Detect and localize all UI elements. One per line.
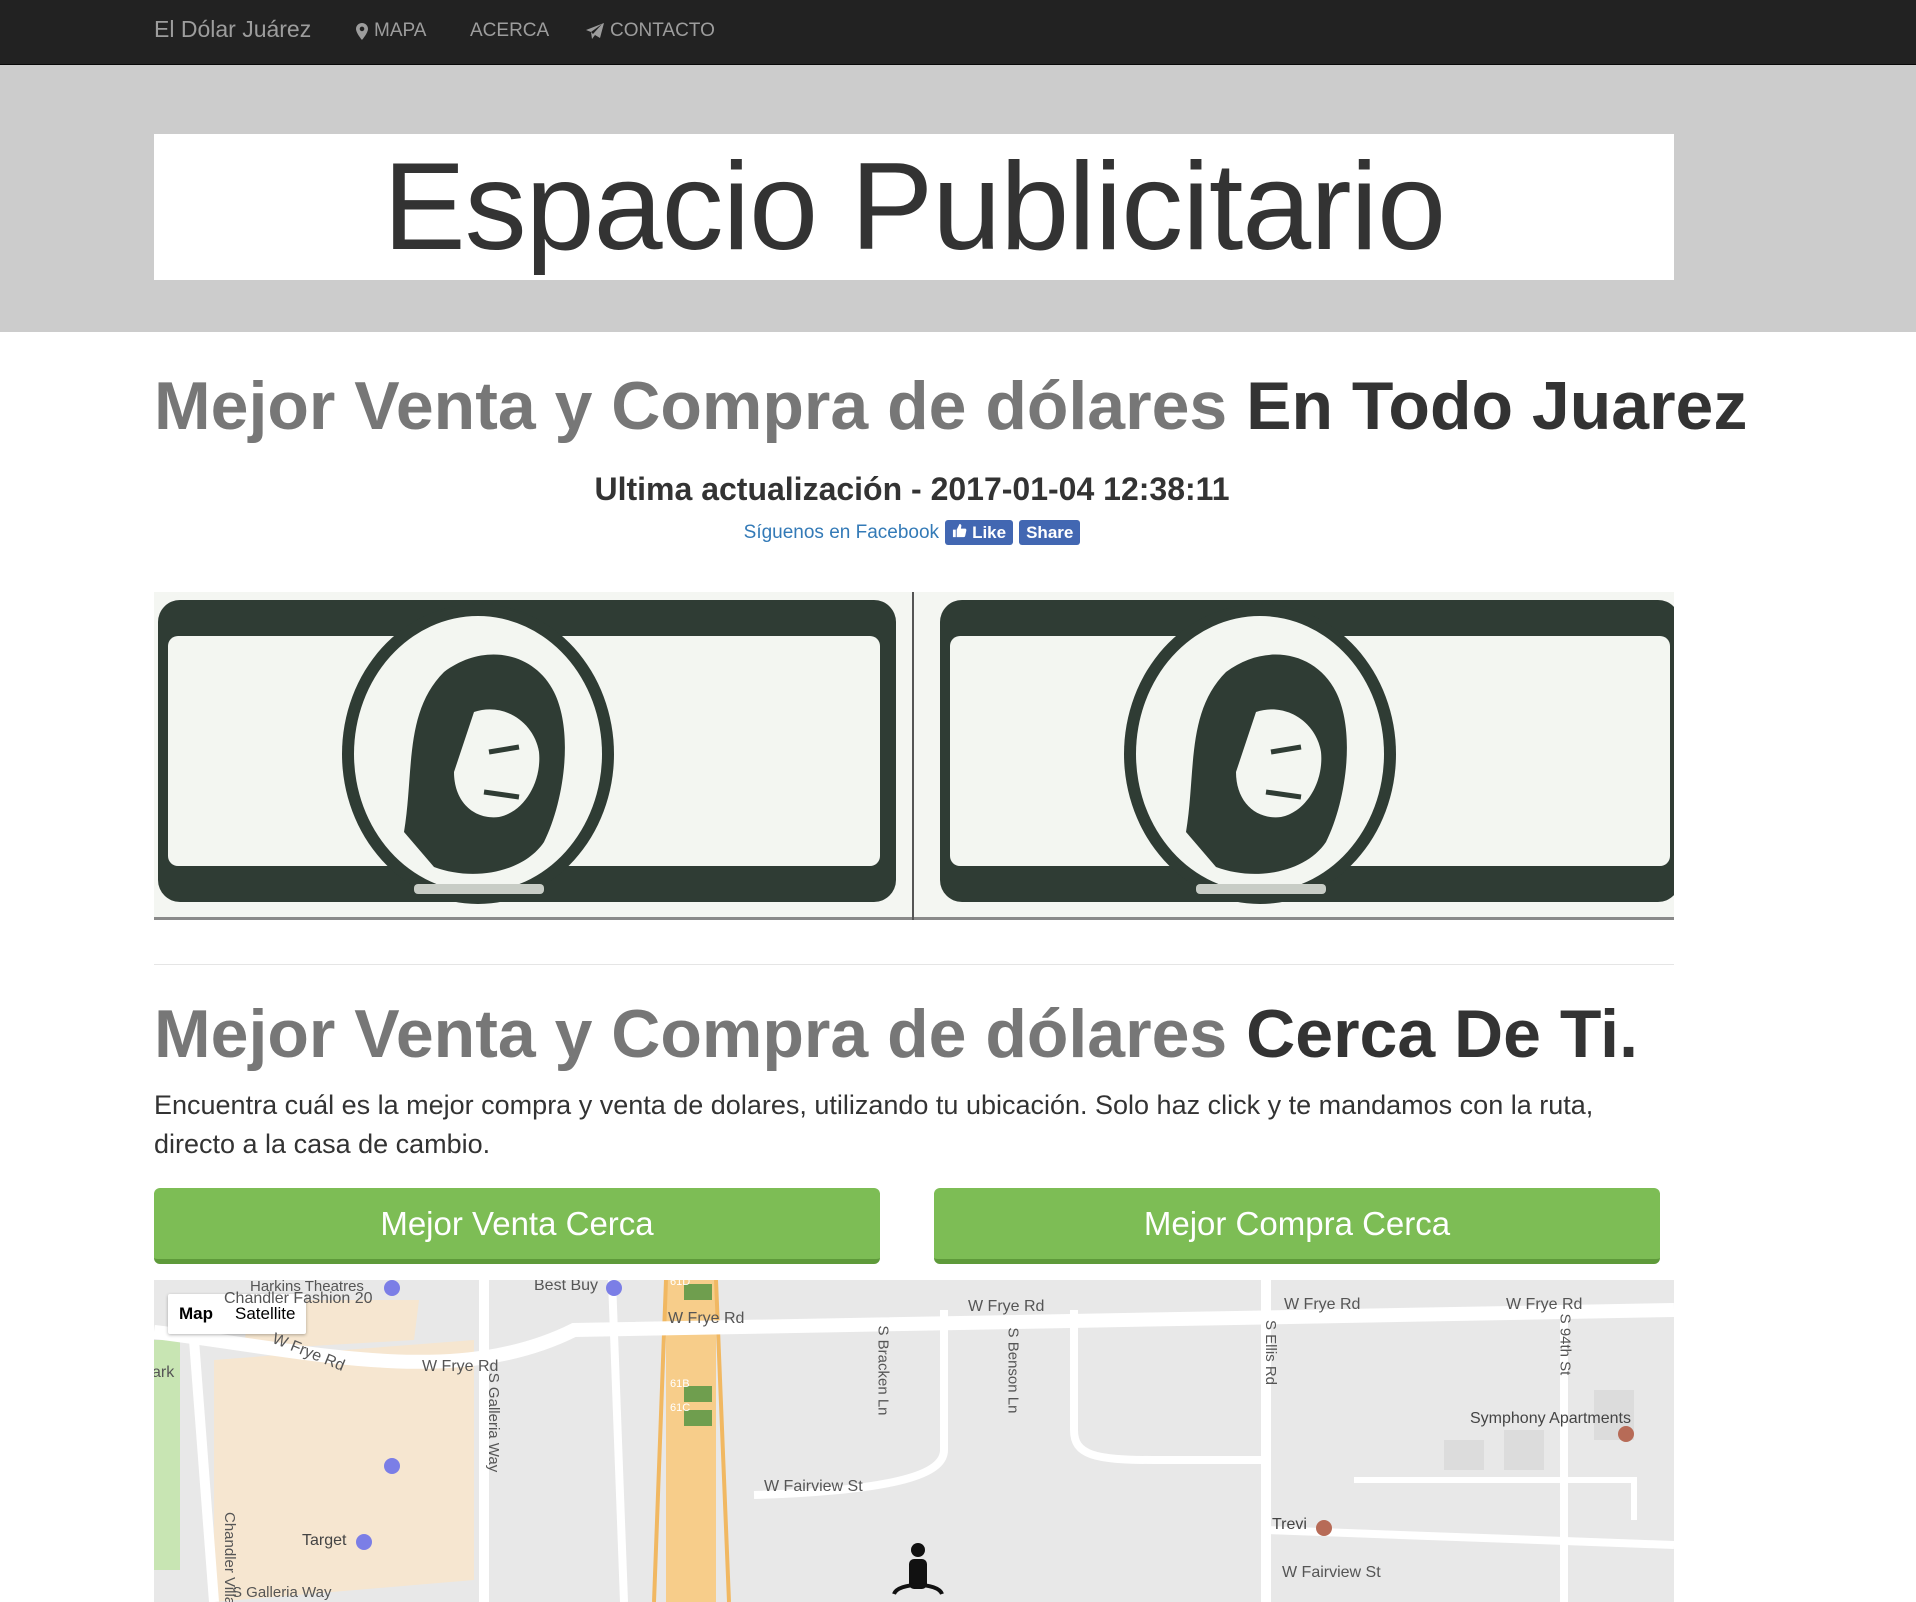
- dollar-bill-image: [158, 600, 896, 904]
- bill-banner: [154, 592, 1674, 920]
- facebook-link[interactable]: Síguenos en Facebook: [744, 522, 939, 544]
- map[interactable]: Map Satellite Harkins Theatres Chandler …: [154, 1280, 1674, 1602]
- title-strong: En Todo Juarez: [1246, 368, 1748, 444]
- facebook-share-button[interactable]: Share: [1019, 520, 1081, 545]
- page-title: Mejor Venta y Compra de dólares En Todo …: [154, 372, 1747, 440]
- map-label: S Galleria Way: [485, 1372, 503, 1473]
- map-label: Target: [302, 1532, 347, 1549]
- facebook-row: Síguenos en Facebook Like Share: [0, 520, 1824, 545]
- map-label: W Frye Rd: [1284, 1296, 1361, 1313]
- map-label: W Frye Rd: [668, 1310, 745, 1327]
- map-label: S Ellis Rd: [1262, 1319, 1280, 1386]
- title-muted: Mejor Venta y Compra de dólares: [154, 368, 1228, 444]
- near-heading: Mejor Venta y Compra de dólares Cerca De…: [154, 1000, 1638, 1068]
- map-marker-icon: [356, 22, 368, 40]
- map-label: ark: [154, 1364, 175, 1381]
- nav-item-label: ACERCA: [470, 20, 550, 41]
- map-label: W Frye Rd: [968, 1298, 1045, 1315]
- near-heading-strong: Cerca De Ti.: [1246, 996, 1638, 1072]
- ad-banner[interactable]: Espacio Publicitario: [154, 134, 1674, 280]
- map-label: S Galleria Way: [232, 1584, 332, 1601]
- near-description: Encuentra cuál es la mejor compra y vent…: [154, 1090, 1594, 1159]
- map-label: Symphony Apartments: [1470, 1410, 1631, 1427]
- map-label: W Fairview St: [1282, 1564, 1381, 1581]
- map-label: 61C: [670, 1402, 691, 1414]
- like-label: Like: [972, 522, 1007, 542]
- map-label: W Frye Rd: [1506, 1296, 1583, 1313]
- map-label: Best Buy: [534, 1280, 599, 1294]
- paper-plane-icon: [586, 23, 604, 39]
- map-label: 61D: [670, 1280, 691, 1288]
- navbar: El Dólar Juárez MAPA ACERCA CONTACTO: [0, 0, 1916, 65]
- dollar-bill-image: [940, 600, 1674, 904]
- near-heading-muted: Mejor Venta y Compra de dólares: [154, 996, 1228, 1072]
- nav-item-acerca[interactable]: ACERCA: [470, 20, 549, 42]
- map-label: W Fairview St: [764, 1478, 863, 1495]
- bill-divider: [912, 592, 914, 920]
- nav-item-label: CONTACTO: [610, 20, 715, 41]
- section-divider: [154, 964, 1674, 965]
- ad-text: Espacio Publicitario: [382, 138, 1446, 276]
- share-label: Share: [1026, 522, 1074, 542]
- nav-item-label: MAPA: [374, 20, 427, 41]
- nav-item-contacto[interactable]: CONTACTO: [586, 20, 715, 42]
- facebook-like-button[interactable]: Like: [945, 520, 1014, 545]
- map-type-map[interactable]: Map: [168, 1304, 224, 1324]
- best-buy-near-button[interactable]: Mejor Compra Cerca: [934, 1188, 1660, 1264]
- brand-link[interactable]: El Dólar Juárez: [154, 16, 311, 43]
- nav-item-mapa[interactable]: MAPA: [356, 20, 426, 42]
- map-label: S 94th St: [1556, 1313, 1574, 1376]
- map-label: Trevi: [1272, 1516, 1307, 1533]
- person-icon[interactable]: [888, 1542, 948, 1602]
- last-update: Ultima actualización - 2017-01-04 12:38:…: [594, 471, 1230, 507]
- best-sell-near-button[interactable]: Mejor Venta Cerca: [154, 1188, 880, 1264]
- map-label: S Benson Ln: [1004, 1327, 1022, 1414]
- map-label: S Bracken Ln: [874, 1325, 892, 1416]
- map-label: Chandler Fashion 20: [224, 1290, 373, 1307]
- thumbs-up-icon: [952, 523, 967, 543]
- map-label: 61B: [670, 1378, 690, 1390]
